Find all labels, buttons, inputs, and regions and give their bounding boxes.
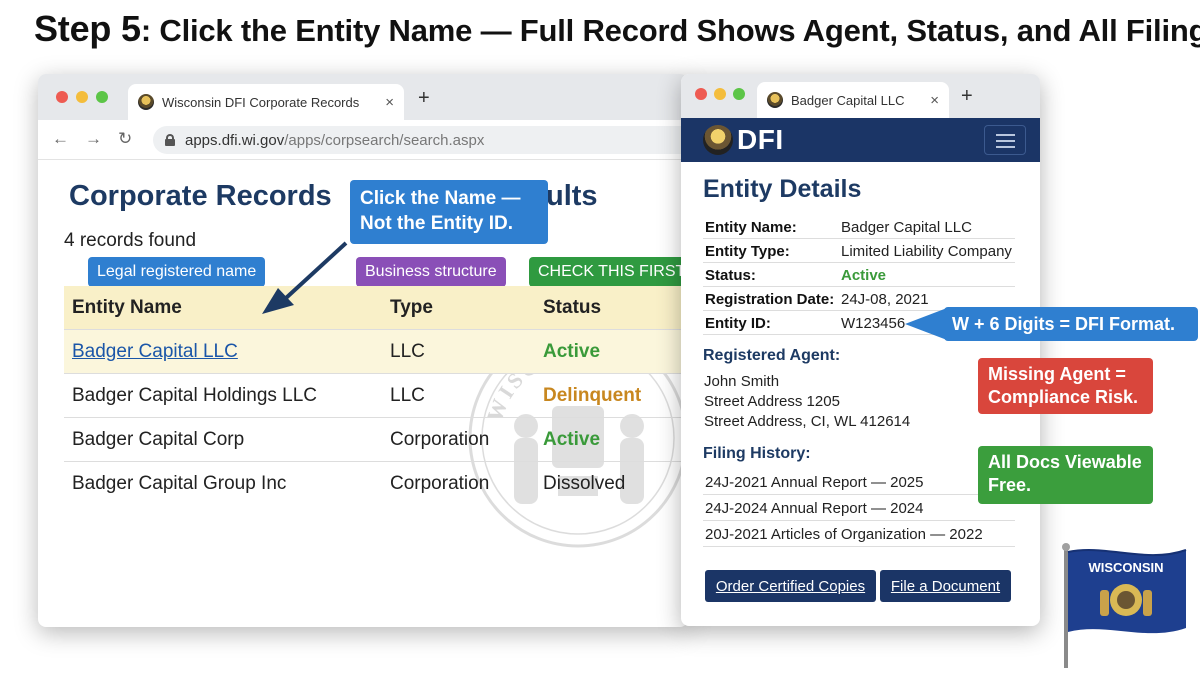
page-title: Corporate Records bbox=[69, 180, 332, 212]
wisconsin-seal-icon bbox=[767, 92, 783, 108]
tab-bar: Badger Capital LLC × + bbox=[681, 74, 1040, 118]
field-key: Entity ID: bbox=[705, 315, 771, 332]
step-title-rest: : Click the Entity Name — Full Record Sh… bbox=[140, 13, 1200, 48]
url-domain: apps.dfi.wi.gov bbox=[185, 131, 285, 149]
label-business-structure: Business structure bbox=[356, 257, 506, 287]
browser-window-detail: Badger Capital LLC × + DFI Entity Detail… bbox=[681, 74, 1040, 626]
maximize-window-dot[interactable] bbox=[96, 91, 108, 103]
flag-text: WISCONSIN bbox=[1088, 560, 1163, 575]
entity-type: Corporation bbox=[390, 429, 490, 450]
field-entity-name: Entity Name: Badger Capital LLC bbox=[703, 215, 1015, 239]
status-badge: Delinquent bbox=[543, 385, 642, 406]
table-row: Badger Capital Group Inc Corporation Dis… bbox=[64, 462, 688, 506]
tab-badger-capital[interactable]: Badger Capital LLC × bbox=[757, 82, 949, 118]
reload-icon[interactable]: ↻ bbox=[118, 129, 132, 149]
filing-row: 20J-2021 Articles of Organization — 2022 bbox=[703, 521, 1015, 547]
entity-name: Badger Capital Holdings LLC bbox=[72, 385, 318, 406]
forward-arrow-icon[interactable]: → bbox=[85, 129, 102, 149]
hamburger-menu-icon[interactable] bbox=[984, 125, 1026, 155]
docs-free-callout: All Docs Viewable Free. bbox=[978, 446, 1153, 504]
filing-row: 24J-2024 Annual Report — 2024 bbox=[703, 495, 1015, 521]
entity-type: LLC bbox=[390, 385, 425, 406]
filing-text: 24J-2024 Annual Report — 2024 bbox=[705, 500, 924, 517]
minimize-window-dot[interactable] bbox=[76, 91, 88, 103]
field-value: Badger Capital LLC bbox=[841, 219, 972, 236]
table-row: Badger Capital Corp Corporation Active bbox=[64, 418, 688, 462]
order-certified-copies-button[interactable]: Order Certified Copies bbox=[705, 570, 876, 602]
address-bar: ← → ↻ apps.dfi.wi.gov/apps/corpsearch/se… bbox=[38, 120, 688, 160]
tab-corporate-records[interactable]: Wisconsin DFI Corporate Records × bbox=[128, 84, 404, 120]
new-tab-icon[interactable]: + bbox=[961, 85, 973, 108]
lock-icon bbox=[165, 134, 175, 146]
url-path: /apps/corpsearch/search.aspx bbox=[284, 131, 485, 149]
tab-title: Wisconsin DFI Corporate Records bbox=[162, 94, 360, 110]
header-type: Type bbox=[390, 297, 433, 318]
entity-name-link[interactable]: Badger Capital LLC bbox=[72, 341, 238, 363]
entity-type: LLC bbox=[390, 341, 425, 362]
entity-type: Corporation bbox=[390, 473, 490, 494]
header-entity-name: Entity Name bbox=[72, 297, 182, 318]
field-value: Limited Liability Company bbox=[841, 243, 1012, 260]
file-document-button[interactable]: File a Document bbox=[880, 570, 1011, 602]
field-key: Status: bbox=[705, 267, 756, 284]
entity-name: Badger Capital Corp bbox=[72, 429, 245, 450]
dfi-header: DFI bbox=[681, 118, 1040, 162]
label-check-first: CHECK THIS FIRST bbox=[529, 257, 688, 287]
status-badge: Active bbox=[543, 341, 601, 362]
record-count: 4 records found bbox=[64, 230, 197, 251]
field-status: Status: Active bbox=[703, 263, 1015, 287]
minimize-window-dot[interactable] bbox=[714, 88, 726, 100]
close-window-dot[interactable] bbox=[695, 88, 707, 100]
browser-window-search: Wisconsin DFI Corporate Records × + ← → … bbox=[38, 74, 688, 627]
table-row: Badger Capital Holdings LLC LLC Delinque… bbox=[64, 374, 688, 418]
field-key: Registration Date: bbox=[705, 291, 835, 308]
status-badge: Active bbox=[543, 429, 601, 450]
registered-agent-heading: Registered Agent: bbox=[703, 347, 841, 364]
missing-agent-callout: Missing Agent = Compliance Risk. bbox=[978, 358, 1153, 414]
wisconsin-seal-icon bbox=[138, 94, 154, 110]
step-title: Step 5: Click the Entity Name — Full Rec… bbox=[34, 8, 1200, 50]
filing-history-heading: Filing History: bbox=[703, 445, 811, 462]
id-format-callout: W + 6 Digits = DFI Format. bbox=[944, 307, 1198, 341]
back-arrow-icon[interactable]: ← bbox=[52, 129, 69, 149]
status-badge: Dissolved bbox=[543, 473, 626, 494]
step-title-lead: Step 5 bbox=[34, 8, 141, 49]
tab-close-icon[interactable]: × bbox=[930, 92, 939, 109]
field-key: Entity Name: bbox=[705, 219, 797, 236]
maximize-window-dot[interactable] bbox=[733, 88, 745, 100]
filing-text: 20J-2021 Articles of Organization — 2022 bbox=[705, 526, 983, 543]
filing-row: 24J-2021 Annual Report — 2025 bbox=[703, 469, 1015, 495]
tab-close-icon[interactable]: × bbox=[385, 94, 394, 111]
badger-logo-icon bbox=[703, 125, 733, 155]
field-value: 24J-08, 2021 bbox=[841, 291, 929, 308]
field-value: W123456 bbox=[841, 315, 906, 332]
tab-bar: Wisconsin DFI Corporate Records × + bbox=[38, 74, 688, 120]
agent-address-line: Street Address 1205 bbox=[704, 393, 840, 410]
click-name-callout: Click the Name — Not the Entity ID. bbox=[350, 180, 548, 244]
field-value: Active bbox=[841, 267, 887, 284]
wisconsin-flag-icon: WISCONSIN bbox=[1062, 543, 1187, 668]
agent-name: John Smith bbox=[704, 373, 780, 390]
table-row: Badger Capital LLC LLC Active bbox=[64, 330, 688, 374]
url-input[interactable]: apps.dfi.wi.gov/apps/corpsearch/search.a… bbox=[153, 126, 688, 154]
dfi-logo[interactable]: DFI bbox=[737, 124, 784, 156]
header-status: Status bbox=[543, 297, 602, 318]
table-header-row: Entity Name Type Status bbox=[64, 286, 688, 330]
tab-title: Badger Capital LLC bbox=[791, 92, 905, 108]
field-entity-type: Entity Type: Limited Liability Company bbox=[703, 239, 1015, 263]
filing-text: 24J-2021 Annual Report — 2025 bbox=[705, 474, 924, 491]
entity-name: Badger Capital Group Inc bbox=[72, 473, 287, 494]
callout-pointer-icon bbox=[905, 308, 947, 340]
agent-address-line: Street Address, CI, WL 412614 bbox=[704, 413, 911, 430]
label-legal-name: Legal registered name bbox=[88, 257, 266, 287]
new-tab-icon[interactable]: + bbox=[418, 87, 430, 110]
page-title-tail: ults bbox=[546, 180, 598, 212]
entity-details-heading: Entity Details bbox=[703, 175, 862, 203]
close-window-dot[interactable] bbox=[56, 91, 68, 103]
field-key: Entity Type: bbox=[705, 243, 790, 260]
